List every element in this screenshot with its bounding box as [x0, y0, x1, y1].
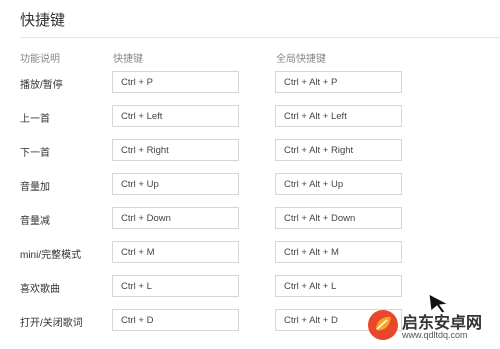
shortcut-row-volume-down: 音量减 Ctrl + Down Ctrl + Alt + Down — [0, 207, 500, 231]
global-shortcut-input[interactable]: Ctrl + Alt + Left — [275, 105, 402, 127]
global-shortcut-input[interactable]: Ctrl + Alt + M — [275, 241, 402, 263]
shortcut-row-volume-up: 音量加 Ctrl + Up Ctrl + Alt + Up — [0, 173, 500, 197]
row-label: 音量减 — [20, 216, 50, 227]
global-shortcut-input[interactable]: Ctrl + Alt + P — [275, 71, 402, 93]
global-shortcut-input[interactable]: Ctrl + Alt + Down — [275, 207, 402, 229]
row-label: 音量加 — [20, 182, 50, 193]
local-shortcut-input[interactable]: Ctrl + Right — [112, 139, 239, 161]
global-shortcut-input[interactable]: Ctrl + Alt + Up — [275, 173, 402, 195]
row-label: 喜欢歌曲 — [20, 284, 60, 295]
header-function: 功能说明 — [20, 54, 60, 65]
local-shortcut-input[interactable]: Ctrl + Up — [112, 173, 239, 195]
local-shortcut-input[interactable]: Ctrl + L — [112, 275, 239, 297]
row-label: mini/完整模式 — [20, 250, 82, 261]
shortcut-row-play-pause: 播放/暂停 Ctrl + P Ctrl + Alt + P — [0, 71, 500, 95]
shortcut-row-previous: 上一首 Ctrl + Left Ctrl + Alt + Left — [0, 105, 500, 129]
shortcut-row-like-song: 喜欢歌曲 Ctrl + L Ctrl + Alt + L — [0, 275, 500, 299]
local-shortcut-input[interactable]: Ctrl + Left — [112, 105, 239, 127]
page-title: 快捷键 — [20, 12, 66, 29]
row-label: 打开/关闭歌词 — [20, 318, 83, 329]
global-shortcut-input[interactable]: Ctrl + Alt + L — [275, 275, 402, 297]
local-shortcut-input[interactable]: Ctrl + M — [112, 241, 239, 263]
watermark: 启东安卓网 www.qdltdq.com — [364, 303, 494, 345]
local-shortcut-input[interactable]: Ctrl + P — [112, 71, 239, 93]
local-shortcut-input[interactable]: Ctrl + Down — [112, 207, 239, 229]
title-divider — [20, 37, 500, 38]
global-shortcut-input[interactable]: Ctrl + Alt + Right — [275, 139, 402, 161]
header-global-shortcut: 全局快捷键 — [276, 54, 326, 65]
watermark-url: www.qdltdq.com — [402, 330, 468, 340]
row-label: 上一首 — [20, 114, 50, 125]
shortcut-row-mini-mode: mini/完整模式 Ctrl + M Ctrl + Alt + M — [0, 241, 500, 265]
row-label: 播放/暂停 — [20, 80, 63, 91]
header-local-shortcut: 快捷键 — [113, 54, 143, 65]
local-shortcut-input[interactable]: Ctrl + D — [112, 309, 239, 331]
row-label: 下一首 — [20, 148, 50, 159]
leaf-logo-icon — [368, 310, 398, 340]
shortcut-row-next: 下一首 Ctrl + Right Ctrl + Alt + Right — [0, 139, 500, 163]
